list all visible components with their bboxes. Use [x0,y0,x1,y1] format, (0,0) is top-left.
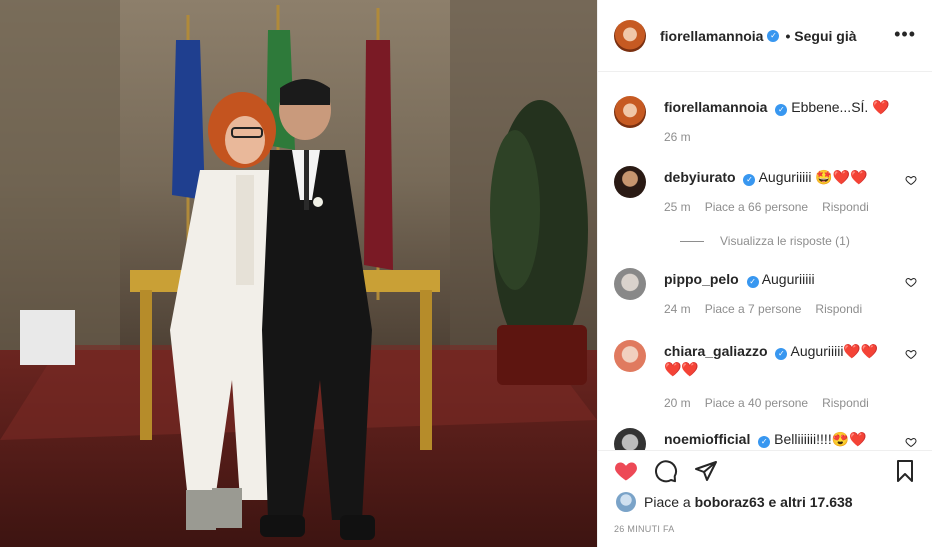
comment-time[interactable]: 24 m [664,302,691,316]
heart-filled-icon[interactable] [614,459,638,483]
verified-badge-icon: ✓ [767,29,780,42]
replies-divider [680,240,704,242]
comment-icon[interactable] [654,459,678,483]
comment-username[interactable]: debyiurato [664,169,736,185]
liked-by-prefix: Piace a [644,494,691,510]
view-replies-label: Visualizza le risposte (1) [720,234,850,248]
author-info: fiorellamannoia ✓ • Segui già [660,28,857,44]
comment-item: pippo_pelo ✓ Auguriiiii 24 m Piace a 7 p… [614,268,917,318]
post-actions-bar: Piace a boboraz63 e altri 17.638 26 MINU… [598,450,932,547]
comment-avatar[interactable] [614,268,646,300]
comment-item: noemiofficial ✓ Belliiiiii!!!!😍❤️ [614,428,917,450]
post-photo[interactable] [0,0,597,547]
comment-body: debyiurato ✓ Auguriiiii 🤩❤️❤️ [664,168,894,186]
verified-badge-icon: ✓ [758,436,771,448]
comment-likes[interactable]: Piace a 66 persone [705,200,808,214]
comment-likes[interactable]: Piace a 40 persone [705,396,808,410]
caption-author-avatar[interactable] [614,96,646,128]
comment-meta: 20 m Piace a 40 persone Rispondi [664,396,869,410]
comment-reply-button[interactable]: Rispondi [822,396,869,410]
comment-like-heart-icon[interactable] [905,174,917,186]
more-horizontal-icon[interactable]: ••• [894,25,916,43]
follow-status-button[interactable]: • Segui già [785,28,856,44]
post-timestamp[interactable]: 26 MINUTI FA [614,524,675,534]
post-details-panel: fiorellamannoia ✓ • Segui già ••• fiorel… [597,0,932,547]
comment-avatar[interactable] [614,428,646,450]
author-username[interactable]: fiorellamannoia [660,28,763,44]
comment-avatar[interactable] [614,340,646,372]
comment-meta: 24 m Piace a 7 persone Rispondi [664,302,862,316]
verified-badge-icon: ✓ [775,104,788,116]
heart-emoji: ❤️ [872,99,890,115]
caption-text: Ebbene...SÍ. [791,99,869,115]
caption-item: fiorellamannoia ✓ Ebbene...SÍ. ❤️ 26 m [614,96,917,146]
liked-by: Piace a boboraz63 e altri 17.638 [616,492,853,512]
comment-like-heart-icon[interactable] [905,276,917,288]
comment-item: chiara_galiazzo ✓ Auguriiiii❤️❤️❤️❤️ 20 … [614,340,917,412]
liked-by-others[interactable]: e altri 17.638 [769,494,853,510]
comment-username[interactable]: noemiofficial [664,431,750,447]
verified-badge-icon: ✓ [775,348,788,360]
comment-avatar[interactable] [614,166,646,198]
comment-like-heart-icon[interactable] [905,436,917,448]
comment-username[interactable]: pippo_pelo [664,271,739,287]
instagram-post-modal: fiorellamannoia ✓ • Segui già ••• fiorel… [0,0,932,547]
post-header: fiorellamannoia ✓ • Segui già ••• [598,0,932,72]
view-replies-button[interactable]: Visualizza le risposte (1) [680,234,850,248]
comment-reply-button[interactable]: Rispondi [815,302,862,316]
comment-body: noemiofficial ✓ Belliiiiii!!!!😍❤️ [664,430,894,448]
comments-list[interactable]: fiorellamannoia ✓ Ebbene...SÍ. ❤️ 26 m d… [598,72,932,450]
caption-time[interactable]: 26 m [664,130,691,144]
comment-username[interactable]: chiara_galiazzo [664,343,768,359]
caption-username[interactable]: fiorellamannoia [664,99,767,115]
comment-item: debyiurato ✓ Auguriiiii 🤩❤️❤️ 25 m Piace… [614,166,917,248]
comment-text: Belliiiiii!!!!😍❤️ [774,431,867,447]
bookmark-icon[interactable] [893,459,917,483]
verified-badge-icon: ✓ [743,174,756,186]
caption-body: fiorellamannoia ✓ Ebbene...SÍ. ❤️ [664,98,894,116]
comment-likes[interactable]: Piace a 7 persone [705,302,802,316]
comment-reply-button[interactable]: Rispondi [822,200,869,214]
comment-like-heart-icon[interactable] [905,348,917,360]
wedding-photo-illustration [0,0,597,547]
liked-by-avatar[interactable] [616,492,636,512]
comment-body: chiara_galiazzo ✓ Auguriiiii❤️❤️❤️❤️ [664,342,894,378]
comment-time[interactable]: 25 m [664,200,691,214]
verified-badge-icon: ✓ [746,276,759,288]
comment-meta: 25 m Piace a 66 persone Rispondi [664,200,869,214]
action-icons [614,459,718,483]
author-avatar[interactable] [614,19,646,52]
caption-meta: 26 m [664,130,691,144]
comment-text: Auguriiiii [761,271,815,287]
comment-body: pippo_pelo ✓ Auguriiiii [664,270,894,288]
comment-text: Auguriiiii 🤩❤️❤️ [758,169,868,185]
liked-by-user[interactable]: boboraz63 [695,494,765,510]
share-icon[interactable] [694,459,718,483]
follow-status-label: Segui già [794,27,857,44]
comment-time[interactable]: 20 m [664,396,691,410]
